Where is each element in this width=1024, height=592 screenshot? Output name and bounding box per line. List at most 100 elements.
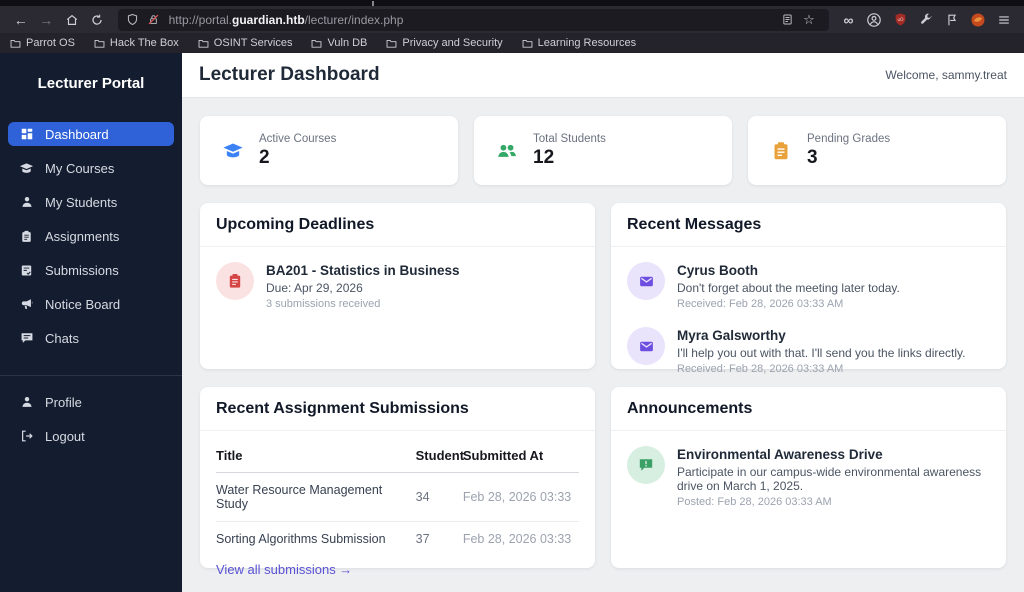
graduation-cap-icon [19,161,34,176]
recent-messages-card: Recent Messages Cyrus Booth Don't forget… [611,203,1006,375]
message-preview: I'll help you out with that. I'll send y… [677,346,966,360]
message-sender: Myra Galsworthy [677,328,786,343]
page-title: Lecturer Dashboard [199,64,380,85]
bookmark-osint-services[interactable]: OSINT Services [198,37,293,49]
stat-card-active-courses: Active Courses 2 [200,116,458,185]
bookmark-learning-resources[interactable]: Learning Resources [522,37,636,49]
deadline-note: 3 submissions received [266,298,381,310]
toolbar-extensions: ∞ uO [839,10,1014,29]
extension-flag-icon[interactable] [943,10,962,29]
document-check-icon [19,263,34,278]
message-preview: Don't forget about the meeting later tod… [677,281,900,295]
sidebar-item-my-courses[interactable]: My Courses [8,156,174,180]
users-icon [496,140,518,162]
folder-icon [94,38,105,49]
reload-icon[interactable] [88,11,105,29]
foxyproxy-icon[interactable] [969,10,988,29]
browser-toolbar: ← → http://portal.guardian.htb/lecturer/… [0,6,1024,33]
person-icon [19,195,34,210]
message-item: Cyrus Booth Don't forget about the meeti… [611,247,1006,310]
submission-date: Feb 28, 2026 03:33 [462,472,579,522]
bookmark-privacy-security[interactable]: Privacy and Security [386,37,503,49]
account-icon[interactable] [865,10,884,29]
sidebar-item-label: Dashboard [45,126,109,142]
submission-student: 34 [415,472,463,522]
card-title: Announcements [611,387,1006,431]
view-all-submissions-link[interactable]: View all submissions → [216,562,352,577]
stat-value: 2 [259,146,270,168]
stat-label: Pending Grades [807,132,891,145]
sidebar-nav: Dashboard My Courses My Students Assignm… [0,122,182,360]
bookmark-label: OSINT Services [213,37,293,49]
graduation-cap-icon [222,140,244,162]
column-header-student: Student [415,437,464,473]
submission-date: Feb 28, 2026 03:33 [462,532,572,546]
bookmark-label: Vuln DB [327,37,368,49]
clipboard-icon [770,140,792,162]
profile-icon [19,395,34,410]
sidebar-item-label: Chats [45,330,79,346]
upcoming-deadlines-card: Upcoming Deadlines BA201 - Statistics in… [200,203,595,369]
bookmark-hack-the-box[interactable]: Hack The Box [94,37,179,49]
forward-icon[interactable]: → [37,11,54,29]
bookmarks-bar: Parrot OS Hack The Box OSINT Services Vu… [0,33,1024,53]
ublock-shield-icon[interactable]: uO [891,10,910,29]
menu-icon[interactable] [995,10,1014,29]
sidebar-item-label: My Students [45,194,118,210]
stat-value: 12 [533,146,555,168]
chat-bubble-icon [19,331,34,346]
url-path: /lecturer/index.php [304,12,404,27]
wrench-icon[interactable] [917,10,936,29]
announcement-body: Participate in our campus-wide environme… [677,465,982,493]
sidebar-item-profile[interactable]: Profile [8,390,174,414]
announcement-item: Environmental Awareness Drive Participat… [611,431,1006,508]
back-icon[interactable]: ← [12,11,29,29]
tab-strip [0,0,1024,6]
url-bar[interactable]: http://portal.guardian.htb/lecturer/inde… [117,8,829,31]
stat-card-pending-grades: Pending Grades 3 [748,116,1006,185]
home-icon[interactable] [63,11,80,29]
column-header-title: Title [216,437,416,473]
sidebar-item-label: My Courses [45,160,115,176]
announcements-card: Announcements Environmental Awareness Dr… [611,387,1006,568]
page-header: Lecturer Dashboard Welcome, sammy.treat [182,53,1024,98]
sidebar-item-label: Profile [45,394,82,410]
megaphone-icon [19,297,34,312]
url-text: http://portal.guardian.htb/lecturer/inde… [169,13,404,27]
stat-card-total-students: Total Students 12 [474,116,732,185]
bookmark-label: Learning Resources [537,37,637,49]
shield-icon[interactable] [125,12,141,28]
bookmark-parrot-os[interactable]: Parrot OS [10,37,75,49]
sidebar-item-label: Submissions [45,262,119,278]
folder-icon [10,38,21,49]
deadline-title: BA201 - Statistics in Business [266,263,460,278]
url-prefix: http://portal. [168,12,232,27]
tab-edge [372,1,374,6]
sidebar-item-notice-board[interactable]: Notice Board [8,292,174,316]
welcome-text: Welcome, sammy.treat [885,68,1007,82]
message-received: Received: Feb 28, 2026 03:33 AM [677,363,844,375]
dashboard-content: Active Courses 2 Total Students 12 Pendi… [182,98,1024,592]
submissions-table: Title Student Submitted At Water Resourc… [216,437,579,556]
sidebar-divider [0,375,182,376]
sidebar-item-assignments[interactable]: Assignments [8,224,174,248]
announcement-bubble-icon [627,446,665,484]
sidebar-item-chats[interactable]: Chats [8,326,174,350]
sidebar-item-my-students[interactable]: My Students [8,190,174,214]
table-row: Sorting Algorithms Submission 37 Feb 28,… [216,522,579,557]
sidebar-item-logout[interactable]: Logout [8,424,174,448]
deadline-due: Due: Apr 29, 2026 [266,281,363,295]
bookmark-star-icon[interactable]: ☆ [801,12,817,28]
bookmark-vuln-db[interactable]: Vuln DB [311,37,367,49]
infinity-extension-icon[interactable]: ∞ [839,10,858,29]
card-title: Recent Messages [611,203,1006,247]
announcement-posted: Posted: Feb 28, 2026 03:33 AM [677,496,832,508]
insecure-lock-icon[interactable] [146,12,162,28]
message-item: Myra Galsworthy I'll help you out with t… [611,312,1006,375]
sidebar-item-dashboard[interactable]: Dashboard [8,122,174,146]
deadline-clipboard-icon [216,262,254,300]
reader-mode-icon[interactable] [780,12,796,28]
sidebar-item-label: Assignments [45,228,120,244]
stat-value: 3 [807,146,818,168]
sidebar-item-submissions[interactable]: Submissions [8,258,174,282]
